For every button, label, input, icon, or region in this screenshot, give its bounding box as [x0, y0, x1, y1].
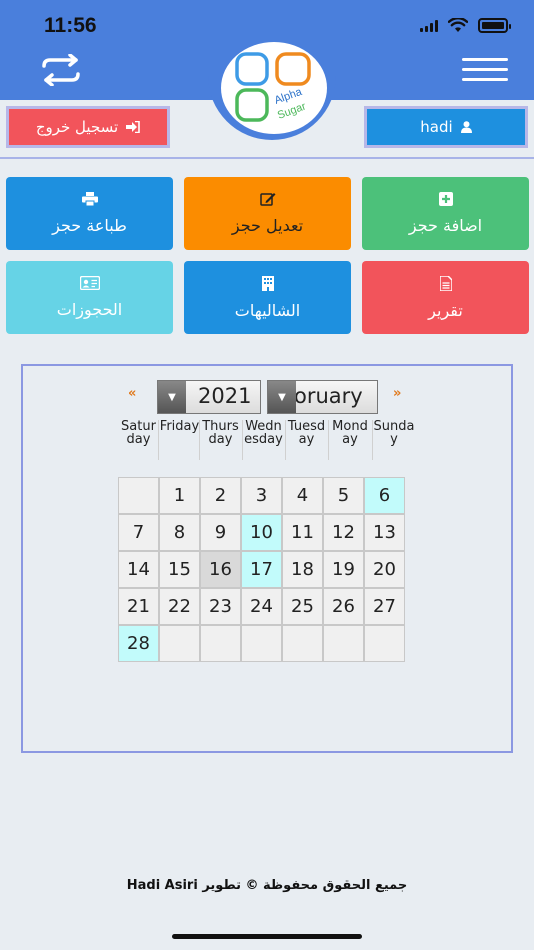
swap-arrows-icon	[42, 53, 80, 87]
plus-square-icon	[438, 192, 453, 206]
bookings-tile[interactable]: الحجوزات	[6, 261, 173, 334]
weekday-separator	[372, 420, 373, 460]
calendar-day-22[interactable]: 22	[159, 588, 200, 625]
weekday-separator	[285, 420, 286, 460]
calendar-empty-cell	[323, 625, 364, 662]
calendar-day-8[interactable]: 8	[159, 514, 200, 551]
id-card-icon	[79, 276, 100, 290]
calendar-day-21[interactable]: 21	[118, 588, 159, 625]
weekday-header-wednesday: Wednesday	[244, 420, 283, 447]
username-label: hadi	[420, 118, 453, 136]
tile-label: اضافة حجز	[408, 216, 483, 235]
status-time: 11:56	[44, 14, 97, 37]
month-select[interactable]: oruary ▼	[267, 380, 378, 414]
menu-line	[462, 68, 508, 71]
edit-booking-tile[interactable]: تعديل حجز	[184, 177, 351, 250]
calendar-day-16[interactable]: 16	[200, 551, 241, 588]
weekday-separator	[199, 420, 200, 460]
weekday-header-friday: Friday	[159, 420, 200, 434]
battery-icon	[478, 18, 511, 33]
calendar-next-button[interactable]: »	[393, 386, 401, 401]
edit-icon	[259, 193, 275, 206]
calendar-empty-cell	[364, 625, 405, 662]
calendar-day-25[interactable]: 25	[282, 588, 323, 625]
dropdown-arrow-icon: ▼	[268, 381, 296, 413]
chalets-tile[interactable]: الشاليهات	[184, 261, 351, 334]
hamburger-menu-button[interactable]	[462, 58, 508, 82]
calendar-empty-cell	[200, 625, 241, 662]
status-icons	[420, 18, 511, 33]
calendar-day-2[interactable]: 2	[200, 477, 241, 514]
alpha-sugar-logo-icon: Alpha Sugar	[235, 52, 311, 122]
tile-label: تعديل حجز	[231, 216, 304, 235]
calendar-day-17[interactable]: 17	[241, 551, 282, 588]
user-button[interactable]: hadi	[364, 106, 528, 148]
month-select-value: oruary	[294, 384, 363, 408]
calendar-empty-cell	[118, 477, 159, 514]
home-indicator	[172, 934, 362, 939]
app-logo: Alpha Sugar	[221, 42, 327, 134]
tile-label: الشاليهات	[234, 300, 301, 320]
menu-line	[462, 78, 508, 81]
calendar-day-6[interactable]: 6	[364, 477, 405, 514]
calendar-day-1[interactable]: 1	[159, 477, 200, 514]
calendar-day-28[interactable]: 28	[118, 625, 159, 662]
weekday-separator	[242, 420, 243, 460]
tile-label: تقرير	[428, 300, 463, 320]
weekday-header-sunday: Sunday	[373, 420, 415, 447]
print-booking-tile[interactable]: طباعة حجز	[6, 177, 173, 250]
cellular-signal-icon	[420, 19, 438, 32]
calendar-empty-cell	[241, 625, 282, 662]
sign-out-icon	[126, 121, 140, 133]
building-icon	[261, 275, 274, 291]
printer-icon	[81, 192, 98, 206]
calendar-day-23[interactable]: 23	[200, 588, 241, 625]
weekday-header-monday: Monday	[332, 420, 368, 447]
calendar-day-4[interactable]: 4	[282, 477, 323, 514]
calendar-day-27[interactable]: 27	[364, 588, 405, 625]
weekday-separator	[158, 420, 159, 460]
calendar-day-5[interactable]: 5	[323, 477, 364, 514]
add-booking-tile[interactable]: اضافة حجز	[362, 177, 529, 250]
logout-label: تسجيل خروج	[35, 118, 119, 136]
wifi-icon	[448, 18, 468, 32]
calendar-day-18[interactable]: 18	[282, 551, 323, 588]
header-divider	[0, 157, 534, 159]
calendar-day-26[interactable]: 26	[323, 588, 364, 625]
user-icon	[460, 121, 472, 133]
calendar-day-15[interactable]: 15	[159, 551, 200, 588]
calendar-day-3[interactable]: 3	[241, 477, 282, 514]
calendar-day-10[interactable]: 10	[241, 514, 282, 551]
footer-copyright: جميع الحقوق محفوظة © تطوير Hadi Asiri	[126, 878, 408, 893]
calendar-day-24[interactable]: 24	[241, 588, 282, 625]
calendar-day-13[interactable]: 13	[364, 514, 405, 551]
calendar-day-12[interactable]: 12	[323, 514, 364, 551]
calendar-empty-cell	[282, 625, 323, 662]
calendar-day-20[interactable]: 20	[364, 551, 405, 588]
weekday-header-thursday: Thursday	[202, 420, 239, 447]
calendar-prev-button[interactable]: «	[128, 386, 136, 401]
year-select-value: 2021	[198, 384, 252, 408]
weekday-separator	[328, 420, 329, 460]
calendar-day-11[interactable]: 11	[282, 514, 323, 551]
dropdown-arrow-icon: ▼	[158, 381, 186, 413]
tile-label: الحجوزات	[56, 300, 123, 319]
swap-button[interactable]	[38, 53, 84, 87]
calendar-day-7[interactable]: 7	[118, 514, 159, 551]
calendar-empty-cell	[159, 625, 200, 662]
menu-line	[462, 58, 508, 61]
calendar-day-9[interactable]: 9	[200, 514, 241, 551]
logout-button[interactable]: تسجيل خروج	[6, 106, 170, 148]
report-tile[interactable]: تقرير	[362, 261, 529, 334]
calendar-day-19[interactable]: 19	[323, 551, 364, 588]
year-select[interactable]: ▼ 2021	[157, 380, 261, 414]
weekday-header-tuesday: Tuesday	[287, 420, 326, 447]
document-icon	[439, 275, 452, 291]
calendar-day-14[interactable]: 14	[118, 551, 159, 588]
weekday-header-saturday: Saturday	[121, 420, 156, 447]
tile-label: طباعة حجز	[52, 216, 127, 235]
